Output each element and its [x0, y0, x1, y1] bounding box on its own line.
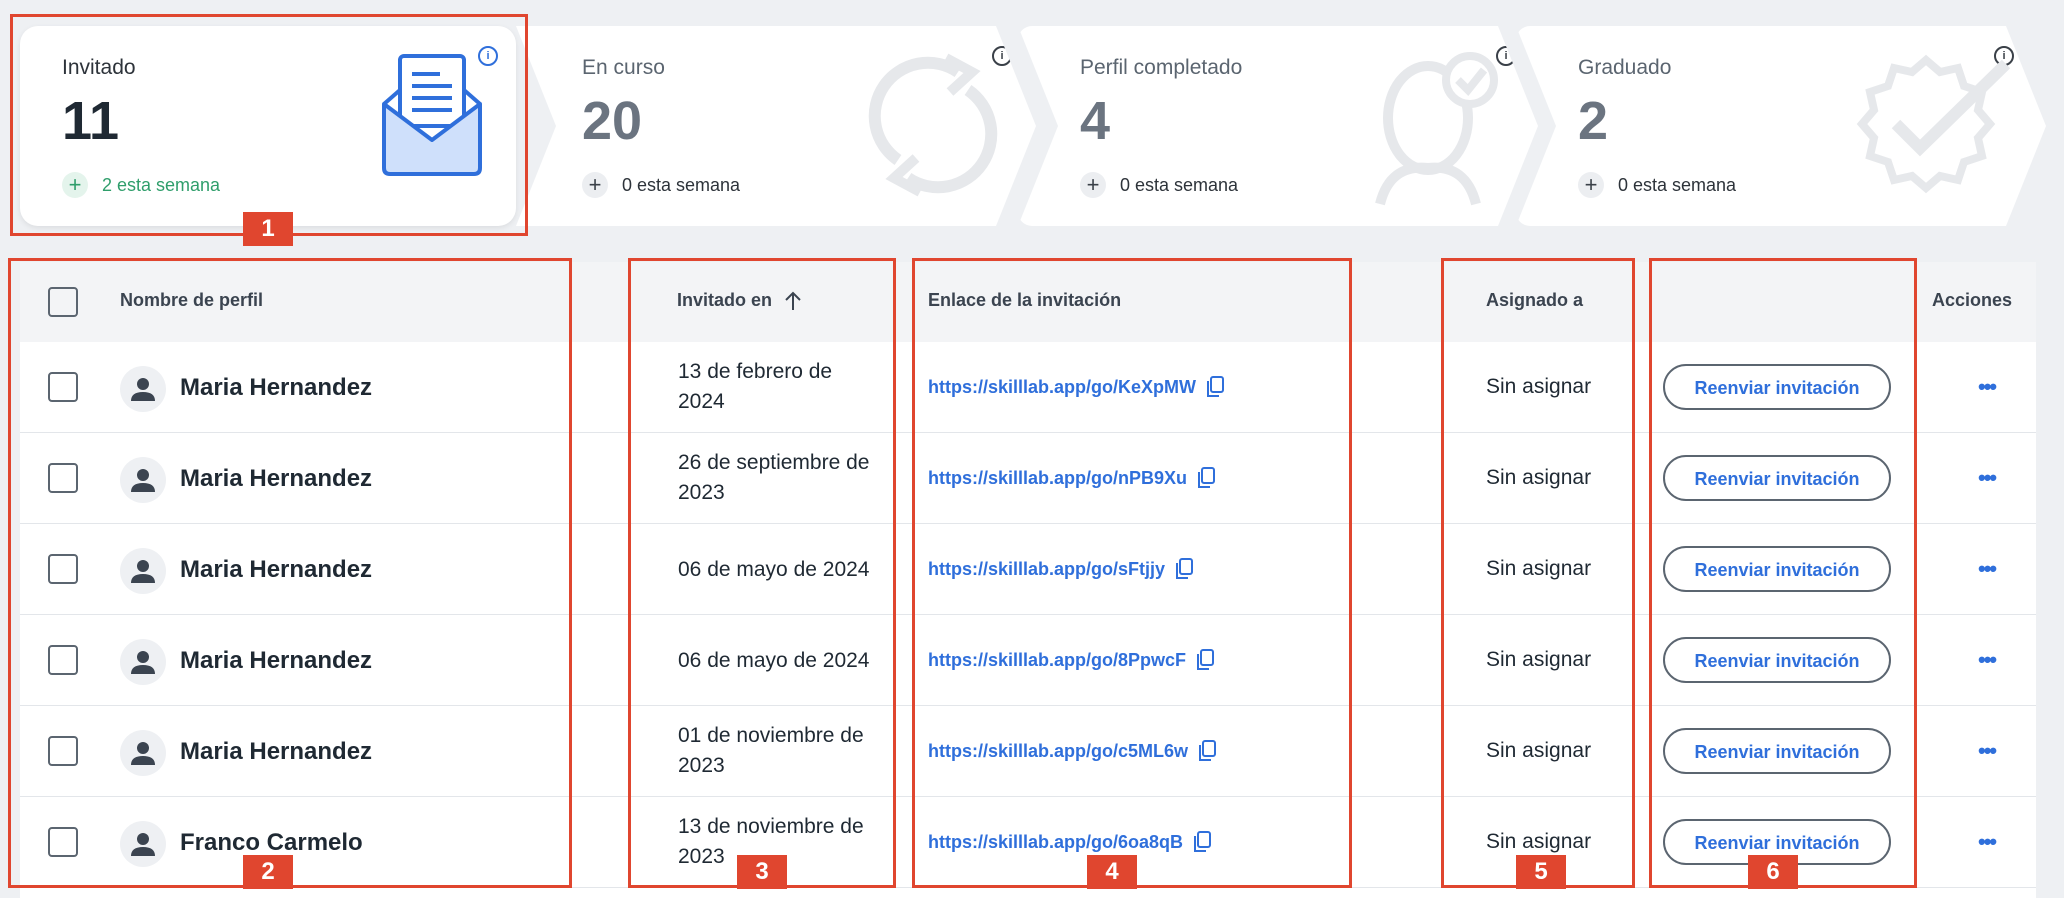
badge-check-icon	[1856, 54, 2011, 194]
more-actions-icon[interactable]: •••	[1978, 647, 1997, 673]
stage-week: + 0 esta semana	[582, 172, 740, 198]
stage-label: En curso	[582, 56, 665, 79]
annotation-tag-5: 5	[1516, 855, 1566, 889]
annotation-box-6	[1649, 258, 1917, 888]
more-actions-icon[interactable]: •••	[1978, 738, 1997, 764]
annotation-tag-3: 3	[737, 855, 787, 889]
annotation-box-2	[8, 258, 572, 888]
stage-count: 20	[582, 91, 643, 151]
annotation-tag-2: 2	[243, 855, 293, 889]
annotation-box-1	[10, 14, 528, 236]
annotation-tag-1: 1	[243, 212, 293, 246]
plus-icon: +	[1080, 172, 1106, 198]
refresh-cycle-icon	[868, 53, 998, 197]
more-actions-icon[interactable]: •••	[1978, 374, 1997, 400]
annotation-tag-6: 6	[1748, 855, 1798, 889]
annotation-box-5	[1441, 258, 1635, 888]
stage-card-graduado[interactable]: Graduado 2 + 0 esta semana i	[1516, 26, 2046, 226]
more-actions-icon[interactable]: •••	[1978, 829, 1997, 855]
stage-card-perfil-completado[interactable]: Perfil completado 4 + 0 esta semana i	[1018, 26, 1538, 226]
stage-week-text: 0 esta semana	[1618, 174, 1737, 195]
annotation-box-4	[912, 258, 1352, 888]
stage-count: 4	[1080, 91, 1111, 151]
stage-label: Perfil completado	[1080, 56, 1243, 79]
stage-week: + 0 esta semana	[1080, 172, 1238, 198]
stage-label: Graduado	[1578, 56, 1672, 79]
stage-count: 2	[1578, 91, 1609, 151]
annotation-tag-4: 4	[1087, 855, 1137, 889]
plus-icon: +	[1578, 172, 1604, 198]
stage-week-text: 0 esta semana	[1120, 174, 1239, 195]
annotation-box-3	[628, 258, 896, 888]
more-actions-icon[interactable]: •••	[1978, 556, 1997, 582]
plus-icon: +	[582, 172, 608, 198]
profile-check-icon	[1375, 52, 1498, 206]
stage-card-en-curso[interactable]: En curso 20 + 0 esta semana i	[516, 26, 1036, 226]
stage-week: + 0 esta semana	[1578, 172, 1736, 198]
more-actions-icon[interactable]: •••	[1978, 465, 1997, 491]
stage-week-text: 0 esta semana	[622, 174, 741, 195]
header-actions: Acciones	[1932, 290, 2013, 310]
